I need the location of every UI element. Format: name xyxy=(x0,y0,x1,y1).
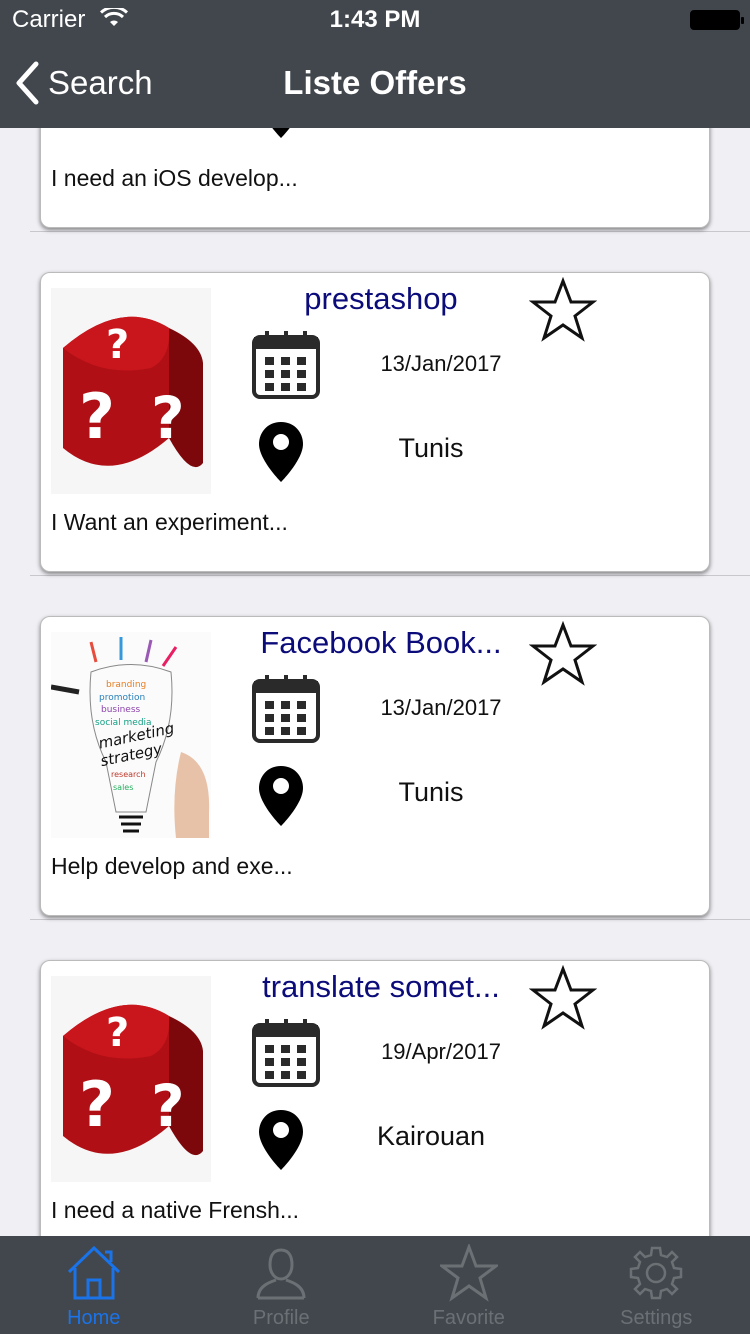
offers-list[interactable]: I need an iOS develop... ? ? ? prestasho… xyxy=(0,128,750,1236)
home-icon xyxy=(67,1245,120,1300)
tab-bar: Home Profile Favorite Settings xyxy=(0,1236,750,1334)
list-item[interactable]: ? ? ? translate somet... 19/Apr/2017 Kai… xyxy=(30,920,750,1236)
svg-text:research: research xyxy=(111,770,146,779)
list-item[interactable]: ? ? ? prestashop 13/Jan/2017 Tunis I Wan… xyxy=(30,232,750,576)
svg-text:?: ? xyxy=(151,384,185,452)
svg-text:business: business xyxy=(101,705,141,715)
svg-text:sales: sales xyxy=(113,783,133,792)
svg-text:?: ? xyxy=(79,380,115,453)
status-bar: Carrier 1:43 PM xyxy=(0,0,750,40)
tab-label: Home xyxy=(67,1307,121,1329)
dice-question-image: ? ? ? xyxy=(51,976,211,1182)
offer-description: I Want an experiment... xyxy=(51,509,288,535)
offer-city: Kairouan xyxy=(376,1121,486,1151)
svg-text:?: ? xyxy=(106,322,129,368)
offer-description: I need a native Frensh... xyxy=(51,1197,300,1223)
offer-card[interactable]: branding promotion business social media… xyxy=(40,616,710,916)
favorite-star-icon[interactable] xyxy=(529,965,597,1033)
offer-date: 13/Jan/2017 xyxy=(380,351,502,376)
gear-icon xyxy=(630,1246,683,1300)
favorite-star-icon[interactable] xyxy=(529,277,597,345)
map-pin-icon xyxy=(272,128,290,138)
battery-icon xyxy=(690,10,744,30)
favorite-star-icon[interactable] xyxy=(529,621,597,689)
offer-title[interactable]: Facebook Book... xyxy=(241,625,521,661)
dice-question-image xyxy=(51,128,211,150)
svg-text:?: ? xyxy=(106,1010,129,1056)
page-title: Liste Offers xyxy=(283,64,467,101)
offer-card[interactable]: ? ? ? prestashop 13/Jan/2017 Tunis I Wan… xyxy=(40,272,710,572)
offer-date: 13/Jan/2017 xyxy=(380,695,502,720)
marketing-strategy-image: branding promotion business social media… xyxy=(51,632,211,838)
svg-text:?: ? xyxy=(151,1072,185,1140)
tab-label: Favorite xyxy=(432,1307,505,1329)
tab-settings[interactable]: Settings xyxy=(563,1236,750,1334)
offer-card[interactable]: ? ? ? translate somet... 19/Apr/2017 Kai… xyxy=(40,960,710,1236)
tab-home[interactable]: Home xyxy=(0,1236,188,1334)
tab-label: Settings xyxy=(620,1307,693,1329)
tab-favorite[interactable]: Favorite xyxy=(375,1236,563,1334)
svg-text:?: ? xyxy=(79,1068,115,1141)
offer-description: Help develop and exe... xyxy=(51,853,293,879)
tab-profile[interactable]: Profile xyxy=(188,1236,376,1334)
offer-title[interactable]: translate somet... xyxy=(241,969,521,1005)
calendar-icon xyxy=(252,1019,320,1087)
list-item[interactable]: I need an iOS develop... xyxy=(30,128,750,232)
map-pin-icon xyxy=(259,766,303,826)
offer-city: Tunis xyxy=(398,777,464,807)
offer-title[interactable]: prestashop xyxy=(241,281,521,317)
tab-label: Profile xyxy=(252,1307,310,1329)
map-pin-icon xyxy=(259,1110,303,1170)
svg-text:promotion: promotion xyxy=(99,693,145,703)
map-pin-icon xyxy=(259,422,303,482)
top-bar: Carrier 1:43 PM Search Liste Offers xyxy=(0,0,750,128)
calendar-icon xyxy=(252,331,320,399)
calendar-icon xyxy=(252,675,320,743)
dice-question-image: ? ? ? xyxy=(51,288,211,494)
offer-city: Tunis xyxy=(398,433,464,463)
profile-icon xyxy=(256,1248,306,1300)
offer-card[interactable]: I need an iOS develop... xyxy=(40,128,710,228)
status-time: 1:43 PM xyxy=(329,6,421,33)
svg-text:branding: branding xyxy=(106,680,146,690)
list-item[interactable]: branding promotion business social media… xyxy=(30,576,750,920)
offer-date: 19/Apr/2017 xyxy=(381,1039,501,1064)
star-icon xyxy=(439,1244,498,1302)
offer-description: I need an iOS develop... xyxy=(51,165,298,191)
